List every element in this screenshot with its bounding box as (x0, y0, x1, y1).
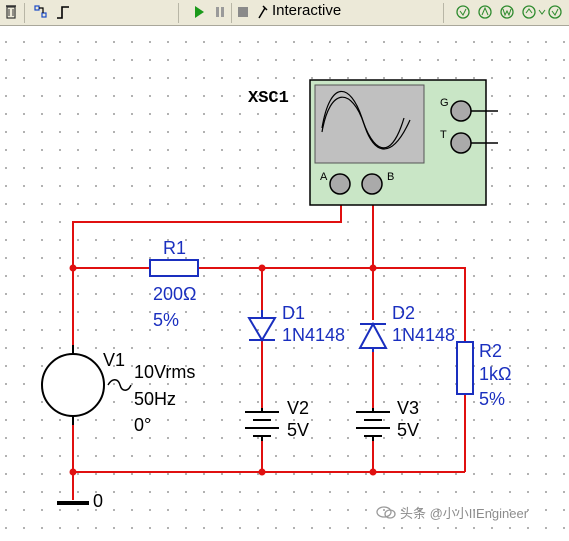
v3-value-label: 5V (397, 420, 419, 440)
scope-terminal-a[interactable] (329, 173, 351, 195)
v1-amplitude-label: 10Vrms (134, 362, 195, 382)
simulation-mode-label[interactable]: Interactive (272, 2, 341, 19)
toolbar-separator (231, 3, 232, 23)
v2-name-label: V2 (287, 398, 309, 418)
toolbar-separator (24, 3, 25, 23)
r1-name-label: R1 (163, 238, 186, 258)
toolbar-separator (443, 3, 444, 23)
run-button[interactable] (192, 3, 206, 21)
r2-value-label: 1kΩ (479, 364, 511, 384)
r1-tolerance-label: 5% (153, 310, 179, 330)
toolbar-icon-group (455, 3, 569, 21)
r2-tolerance-label: 5% (479, 389, 505, 409)
ground-label: 0 (93, 491, 103, 511)
pause-button[interactable] (214, 3, 226, 21)
scope-a-label: A (320, 171, 328, 183)
step-signal-icon[interactable] (55, 3, 71, 21)
resistor-r2[interactable] (456, 341, 474, 395)
trash-icon[interactable] (4, 3, 18, 21)
d1-model-label: 1N4148 (282, 325, 345, 345)
connection-icon[interactable] (33, 3, 49, 21)
scope-t-label: T (440, 129, 447, 141)
v1-frequency-label: 50Hz (134, 389, 176, 409)
simulation-toolbar: Interactive (0, 0, 569, 26)
d1-name-label: D1 (282, 303, 305, 323)
r2-name-label: R2 (479, 341, 502, 361)
r1-value-label: 200Ω (153, 284, 197, 304)
scope-g-label: G (440, 97, 449, 109)
v3-name-label: V3 (397, 398, 419, 418)
oscilloscope-xsc1[interactable] (309, 79, 498, 206)
schematic-canvas[interactable]: XSC1 G T A B R1 200Ω 5% D1 1N4148 D2 1N4… (0, 26, 569, 536)
scope-terminal-t[interactable] (450, 132, 472, 154)
watermark-text: 头条 @小小IIEngineer (400, 506, 529, 521)
toolbar-separator (178, 3, 179, 23)
d2-model-label: 1N4148 (392, 325, 455, 345)
d2-name-label: D2 (392, 303, 415, 323)
v1-phase-label: 0° (134, 415, 151, 435)
scope-terminal-g[interactable] (450, 100, 472, 122)
scope-terminal-b[interactable] (361, 173, 383, 195)
schematic-drawing: XSC1 G T A B R1 200Ω 5% D1 1N4148 D2 1N4… (0, 26, 569, 536)
scope-name-label: XSC1 (248, 89, 289, 108)
resistor-r1[interactable] (149, 259, 199, 277)
watermark-icon (376, 504, 396, 520)
probe-icon (257, 3, 269, 21)
stop-button[interactable] (237, 3, 249, 21)
v2-value-label: 5V (287, 420, 309, 440)
scope-b-label: B (387, 171, 394, 183)
v1-name-label: V1 (103, 350, 125, 370)
